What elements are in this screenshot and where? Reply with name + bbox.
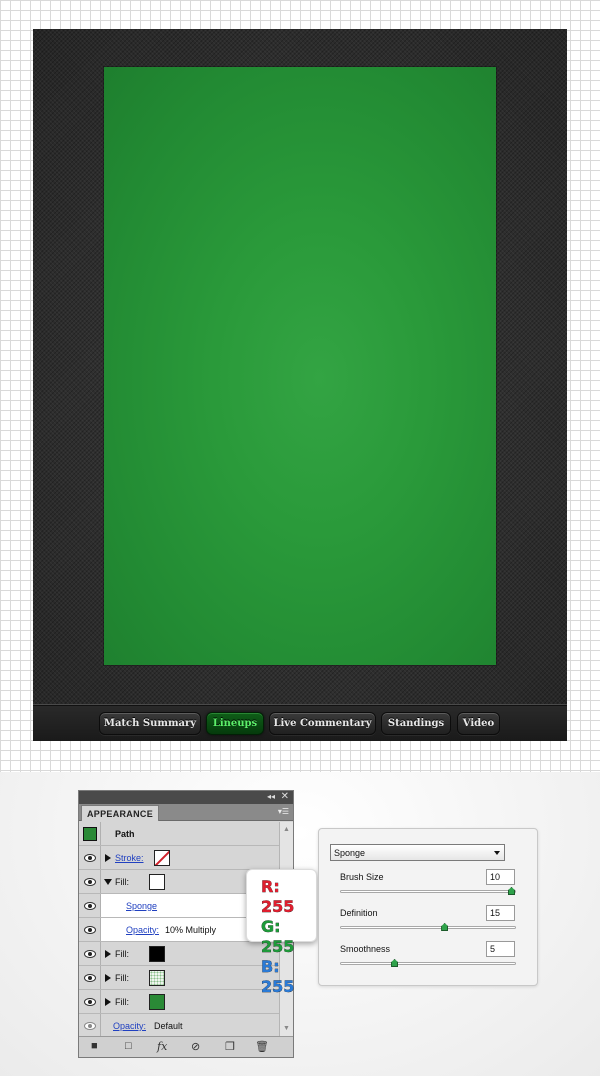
bottom-tab-bar: Match Summary Lineups Live Commentary St…: [33, 704, 567, 741]
filter-select[interactable]: Sponge: [330, 844, 505, 861]
smoothness-thumb[interactable]: [391, 959, 399, 967]
pattern-fill-swatch[interactable]: [149, 969, 165, 986]
green-fill-swatch[interactable]: [149, 993, 165, 1010]
fill-label: Fill:: [115, 948, 129, 959]
eye-icon[interactable]: [83, 925, 96, 934]
tab-video[interactable]: Video: [457, 712, 500, 735]
tab-live-commentary[interactable]: Live Commentary: [269, 712, 376, 735]
close-icon[interactable]: ✕: [281, 791, 289, 802]
smoothness-slider[interactable]: [340, 959, 516, 967]
disclosure-triangle-icon[interactable]: [105, 973, 111, 982]
eye-icon[interactable]: [83, 901, 96, 910]
disclosure-triangle-icon[interactable]: [105, 997, 111, 1006]
disclosure-triangle-icon[interactable]: [105, 949, 111, 958]
fill-row-black[interactable]: Fill:: [79, 942, 279, 966]
eye-icon[interactable]: [83, 877, 96, 886]
eye-icon[interactable]: [83, 1022, 96, 1030]
path-row[interactable]: Path: [79, 822, 279, 846]
white-fill-swatch[interactable]: [149, 873, 165, 890]
tab-match-summary[interactable]: Match Summary: [99, 712, 201, 735]
stroke-row[interactable]: Stroke:: [79, 846, 279, 870]
collapse-arrows-icon[interactable]: ◂◂: [267, 792, 275, 801]
opacity-link[interactable]: Opacity:: [126, 925, 159, 935]
trash-icon[interactable]: 🗑: [255, 1040, 269, 1053]
panel-title-strip: ◂◂ ✕: [79, 791, 293, 804]
fx-icon[interactable]: fx: [157, 1040, 167, 1053]
stroke-link[interactable]: Stroke:: [115, 853, 144, 863]
path-label: Path: [115, 828, 135, 839]
brush-size-slider[interactable]: [340, 887, 516, 895]
rgb-blue-value: B: 255: [261, 957, 295, 996]
stroke-none-swatch[interactable]: [153, 849, 170, 866]
eye-icon[interactable]: [83, 997, 96, 1006]
panel-bottom-toolbar: ■ □ fx ⊘ ❐ 🗑: [79, 1036, 293, 1057]
fill-label: Fill:: [115, 996, 129, 1007]
tab-appearance[interactable]: APPEARANCE: [81, 805, 159, 821]
eye-icon[interactable]: [83, 973, 96, 982]
sponge-effect-link[interactable]: Sponge: [126, 901, 157, 911]
smoothness-input[interactable]: 5: [486, 941, 515, 957]
add-new-fill-icon[interactable]: □: [125, 1040, 132, 1052]
smoothness-label: Smoothness: [340, 944, 391, 954]
disclosure-triangle-icon[interactable]: [105, 853, 111, 862]
rgb-red-value: R: 255: [261, 877, 295, 916]
opacity-link[interactable]: Opacity:: [113, 1021, 146, 1031]
fill-row-green[interactable]: Fill:: [79, 990, 279, 1014]
new-item-icon[interactable]: ❐: [225, 1040, 235, 1053]
tab-lineups[interactable]: Lineups: [206, 712, 264, 735]
rgb-tooltip: R: 255 G: 255 B: 255: [246, 869, 317, 996]
scroll-down-icon[interactable]: ▼: [283, 1025, 290, 1032]
definition-label: Definition: [340, 908, 378, 918]
brush-size-input[interactable]: 10: [486, 869, 515, 885]
object-opacity-row[interactable]: Opacity: Default: [79, 1014, 279, 1038]
opacity-default-value: Default: [154, 1021, 183, 1031]
path-thumbnail: [82, 826, 97, 841]
definition-input[interactable]: 15: [486, 905, 515, 921]
opacity-value: 10% Multiply: [165, 924, 217, 935]
brush-size-thumb[interactable]: [508, 887, 515, 895]
clear-icon[interactable]: ⊘: [191, 1040, 200, 1053]
tab-standings[interactable]: Standings: [381, 712, 451, 735]
fill-label: Fill:: [115, 972, 129, 983]
scroll-up-icon[interactable]: ▲: [283, 826, 290, 833]
add-new-stroke-icon[interactable]: ■: [91, 1040, 98, 1052]
chevron-down-icon: [494, 851, 500, 855]
filter-select-value: Sponge: [334, 847, 366, 858]
fill-row-pattern[interactable]: Fill:: [79, 966, 279, 990]
eye-icon[interactable]: [83, 949, 96, 958]
fill-label: Fill:: [115, 876, 129, 887]
disclosure-triangle-open-icon[interactable]: [104, 878, 112, 885]
app-frame: Match Summary Lineups Live Commentary St…: [33, 29, 567, 741]
green-field-screen: [104, 67, 496, 665]
definition-slider[interactable]: [340, 923, 516, 931]
brush-size-label: Brush Size: [340, 872, 384, 882]
panel-tab-row: APPEARANCE ▾☰: [79, 804, 293, 821]
definition-thumb[interactable]: [441, 923, 449, 931]
black-fill-swatch[interactable]: [149, 945, 165, 962]
eye-icon[interactable]: [83, 853, 96, 862]
panel-menu-icon[interactable]: ▾☰: [278, 807, 289, 816]
sponge-effect-panel: Sponge Brush Size 10 Definition 15 Smoot…: [318, 828, 538, 986]
rgb-green-value: G: 255: [261, 917, 295, 956]
